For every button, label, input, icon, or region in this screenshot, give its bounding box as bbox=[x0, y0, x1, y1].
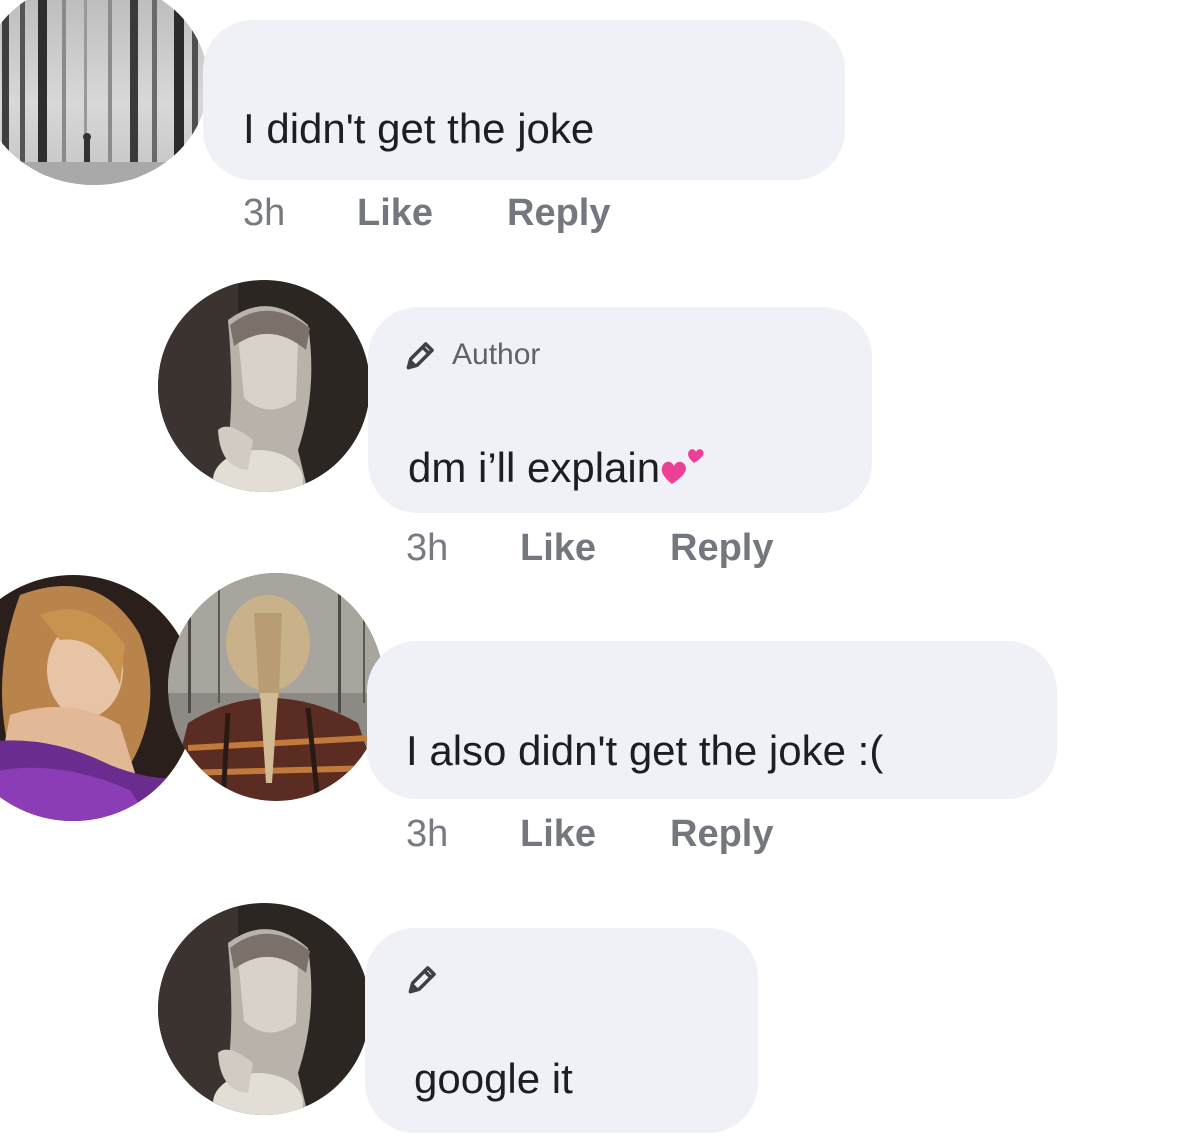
two-hearts-icon bbox=[660, 446, 706, 486]
comment-bubble bbox=[203, 20, 845, 180]
like-button[interactable]: Like bbox=[357, 192, 507, 235]
author-badge-label: Author bbox=[452, 338, 541, 371]
comment-text: google it bbox=[414, 1055, 573, 1102]
author-badge: Author bbox=[402, 336, 540, 374]
comment-text: dm i’ll explain bbox=[408, 444, 661, 491]
timestamp: 3h bbox=[406, 527, 449, 569]
reply-button[interactable]: Reply bbox=[670, 527, 773, 570]
grayscale-portrait-avatar[interactable] bbox=[158, 280, 370, 492]
grayscale-portrait-avatar[interactable] bbox=[158, 903, 370, 1115]
comment-actions: 3h Like Reply bbox=[243, 192, 610, 235]
forest-avatar[interactable] bbox=[0, 0, 208, 185]
reply-button[interactable]: Reply bbox=[670, 813, 773, 856]
comment-text-row: dm i’ll explain bbox=[408, 446, 706, 489]
reply-button[interactable]: Reply bbox=[507, 192, 610, 235]
like-button[interactable]: Like bbox=[520, 527, 670, 570]
comment-text: I didn't get the joke bbox=[243, 105, 595, 152]
comment-bubble bbox=[365, 928, 758, 1133]
braid-portrait-avatar[interactable] bbox=[168, 573, 384, 801]
purple-portrait-avatar[interactable] bbox=[0, 575, 196, 821]
timestamp: 3h bbox=[243, 192, 286, 234]
pencil-icon bbox=[402, 336, 440, 374]
pencil-icon bbox=[404, 960, 442, 998]
author-badge bbox=[404, 960, 442, 998]
comment-bubble bbox=[367, 641, 1057, 799]
comment-actions: 3h Like Reply bbox=[406, 527, 773, 570]
timestamp: 3h bbox=[406, 813, 449, 855]
like-button[interactable]: Like bbox=[520, 813, 670, 856]
comment-text: I also didn't get the joke :( bbox=[406, 727, 884, 774]
comment-actions: 3h Like Reply bbox=[406, 813, 773, 856]
